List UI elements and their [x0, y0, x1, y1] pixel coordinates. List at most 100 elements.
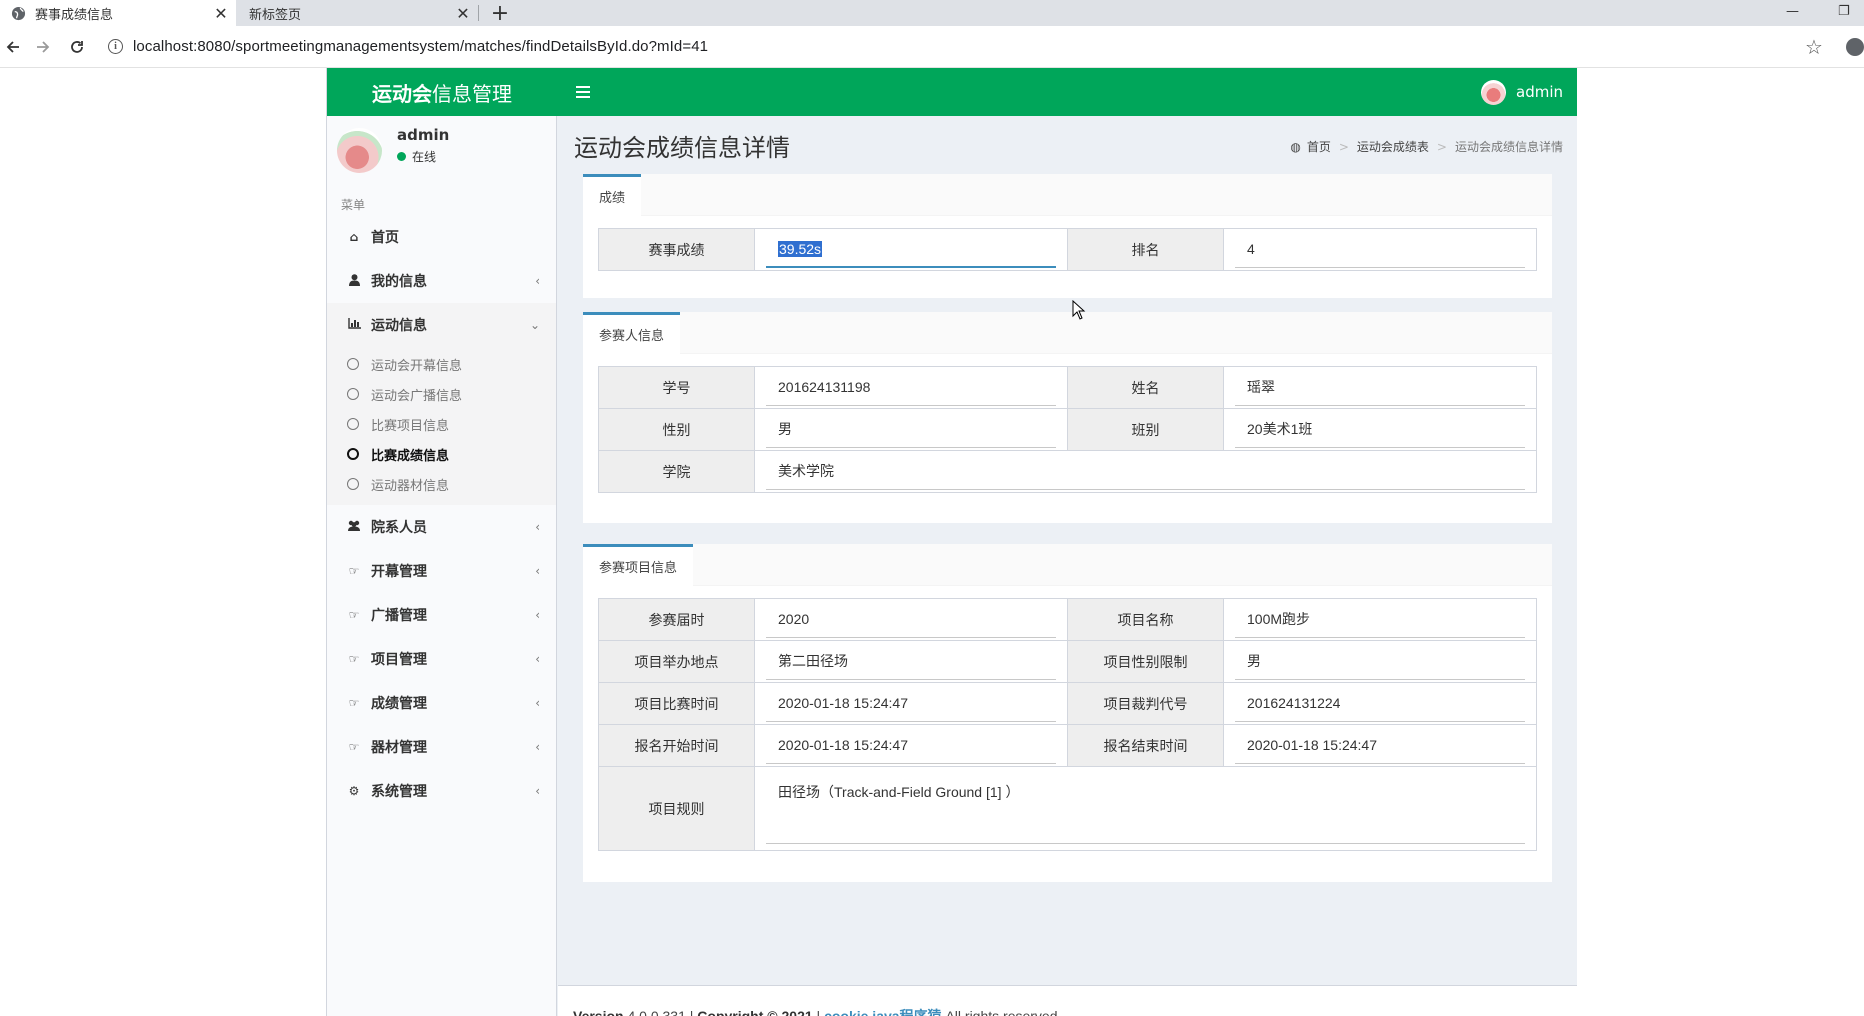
sidebar-item-label: 广播管理	[371, 608, 427, 624]
submenu-item-events[interactable]: 比赛项目信息	[327, 409, 556, 439]
chevron-left-icon: ‹	[535, 740, 540, 754]
user-status-text: 在线	[412, 150, 437, 164]
author-link[interactable]: cookie java程序猿	[824, 1008, 942, 1016]
score-field[interactable]: 39.52s	[766, 232, 1056, 268]
submenu-item-results[interactable]: 比赛成绩信息	[327, 439, 556, 469]
tab-player-info[interactable]: 参赛人信息	[583, 312, 681, 354]
chevron-left-icon: ‹	[535, 784, 540, 798]
breadcrumb-separator: >	[1338, 139, 1349, 154]
player-table: 学号 201624131198 姓名 瑶翠 性别 男 班别 20美术1班 学院 …	[598, 366, 1537, 493]
sidebar-item-results-mgmt[interactable]: ☞ 成绩管理 ‹	[327, 681, 556, 725]
gender-cell: 男	[754, 408, 1068, 451]
sidebar-item-opening-mgmt[interactable]: ☞ 开幕管理 ‹	[327, 549, 556, 593]
browser-tab-active[interactable]: 赛事成绩信息 ✕	[0, 0, 236, 26]
gear-icon: ⚙	[348, 784, 360, 798]
submenu-item-label: 运动会开幕信息	[371, 358, 463, 374]
class-field[interactable]: 20美术1班	[1235, 412, 1525, 448]
event-name-field[interactable]: 100M跑步	[1235, 602, 1525, 638]
gender-field[interactable]: 男	[766, 412, 1056, 448]
match-time-cell: 2020-01-18 15:24:47	[754, 682, 1068, 725]
app-logo[interactable]: 运动会 信息管理	[327, 68, 557, 116]
circle-icon	[347, 358, 359, 370]
sidebar-toggle-icon[interactable]	[571, 80, 595, 104]
submenu-item-label: 运动器材信息	[371, 478, 450, 494]
table-row: 项目规则 田径场（Track-and-Field Ground [1] ）	[598, 766, 1537, 851]
signup-end-cell: 2020-01-18 15:24:47	[1223, 724, 1537, 767]
bookmark-star-icon[interactable]: ☆	[1805, 35, 1823, 59]
sidebar-item-my-info[interactable]: 我的信息 ‹	[327, 259, 556, 303]
circle-icon	[347, 448, 359, 460]
rules-textarea[interactable]: 田径场（Track-and-Field Ground [1] ）	[766, 774, 1525, 844]
score-table: 赛事成绩 39.52s 排名 4	[598, 228, 1537, 271]
header-user-menu[interactable]: admin	[1481, 78, 1563, 106]
event-name-label: 项目名称	[1067, 598, 1224, 641]
college-field[interactable]: 美术学院	[766, 454, 1525, 490]
name-field[interactable]: 瑶翠	[1235, 370, 1525, 406]
sidebar-item-label: 院系人员	[371, 520, 427, 536]
url-field[interactable]: localhost:8080/sportmeetingmanagementsys…	[133, 38, 708, 55]
referee-field[interactable]: 201624131224	[1235, 686, 1525, 722]
sidebar-item-label: 我的信息	[371, 274, 427, 290]
table-row: 项目举办地点 第二田径场 项目性别限制 男	[598, 640, 1537, 683]
table-row: 性别 男 班别 20美术1班	[598, 408, 1537, 451]
player-box: 参赛人信息 学号 201624131198 姓名 瑶翠 性别 男 班别 20美术…	[583, 312, 1552, 523]
chevron-left-icon: ‹	[535, 652, 540, 666]
tab-event-info[interactable]: 参赛项目信息	[583, 544, 694, 586]
chevron-left-icon: ‹	[535, 696, 540, 710]
match-time-field[interactable]: 2020-01-18 15:24:47	[766, 686, 1056, 722]
footer-divider: |	[816, 1008, 821, 1016]
student-no-cell: 201624131198	[754, 366, 1068, 409]
submenu-item-broadcast[interactable]: 运动会广播信息	[327, 379, 556, 409]
signup-start-field[interactable]: 2020-01-18 15:24:47	[766, 728, 1056, 764]
score-box: 成绩 赛事成绩 39.52s 排名 4	[583, 174, 1552, 298]
sidebar-item-equipment-mgmt[interactable]: ☞ 器材管理 ‹	[327, 725, 556, 769]
student-no-label: 学号	[598, 366, 755, 409]
rank-field[interactable]: 4	[1235, 232, 1525, 268]
app-wrapper: 运动会 信息管理 admin admin 在线 菜单 ⌂ 首页 我的信息 ‹ 运…	[326, 68, 1577, 1016]
sidebar-item-departments[interactable]: 院系人员 ‹	[327, 505, 556, 549]
menu-header: 菜单	[341, 198, 366, 212]
hand-point-icon: ☞	[348, 608, 360, 622]
user-icon	[345, 273, 363, 289]
avatar	[337, 128, 382, 173]
sidebar-item-event-mgmt[interactable]: ☞ 项目管理 ‹	[327, 637, 556, 681]
signup-end-field[interactable]: 2020-01-18 15:24:47	[1235, 728, 1525, 764]
header-username: admin	[1516, 83, 1563, 101]
restore-icon[interactable]: ❐	[1838, 0, 1850, 22]
reload-icon[interactable]	[64, 34, 90, 60]
mouse-cursor-icon	[1072, 300, 1086, 320]
hand-point-icon: ☞	[348, 696, 360, 710]
browser-tab-inactive[interactable]: 新标签页 ✕	[238, 0, 478, 26]
rights-text: All rights reserved.	[945, 1008, 1062, 1016]
site-info-icon[interactable]: i	[108, 39, 123, 54]
close-tab-icon[interactable]: ✕	[452, 4, 474, 23]
sidebar-item-home[interactable]: ⌂ 首页	[327, 215, 556, 259]
submenu-item-equipment[interactable]: 运动器材信息	[327, 469, 556, 499]
new-tab-icon[interactable]: +	[488, 0, 512, 26]
sidebar-item-system-mgmt[interactable]: ⚙ 系统管理 ‹	[327, 769, 556, 813]
sidebar-item-broadcast-mgmt[interactable]: ☞ 广播管理 ‹	[327, 593, 556, 637]
minimize-icon[interactable]: —	[1786, 0, 1799, 22]
sidebar-item-label: 成绩管理	[371, 696, 427, 712]
session-field[interactable]: 2020	[766, 602, 1056, 638]
user-panel: admin 在线	[327, 116, 557, 186]
student-no-field[interactable]: 201624131198	[766, 370, 1056, 406]
breadcrumb-home[interactable]: 首页	[1307, 138, 1331, 155]
event-box-tabs: 参赛项目信息	[583, 544, 1552, 586]
score-cell: 39.52s	[754, 228, 1068, 271]
submenu-item-opening[interactable]: 运动会开幕信息	[327, 349, 556, 379]
back-icon[interactable]	[0, 34, 26, 60]
gender-limit-field[interactable]: 男	[1235, 644, 1525, 680]
breadcrumb-results-table[interactable]: 运动会成绩表	[1357, 138, 1429, 155]
gender-label: 性别	[598, 408, 755, 451]
tab-score[interactable]: 成绩	[583, 174, 642, 216]
profile-icon[interactable]	[1846, 38, 1864, 56]
logo-bold: 运动会	[372, 81, 432, 106]
sidebar-menu: ⌂ 首页 我的信息 ‹ 运动信息 ⌄ 运动会开幕信息 运动会广播信息 比赛项目信…	[327, 215, 556, 813]
forward-icon[interactable]	[30, 34, 56, 60]
close-tab-icon[interactable]: ✕	[210, 4, 232, 23]
session-label: 参赛届时	[598, 598, 755, 641]
sidebar-item-sports-info[interactable]: 运动信息 ⌄	[327, 303, 556, 347]
venue-field[interactable]: 第二田径场	[766, 644, 1056, 680]
copyright-text: Copyright © 2021	[697, 1008, 813, 1016]
